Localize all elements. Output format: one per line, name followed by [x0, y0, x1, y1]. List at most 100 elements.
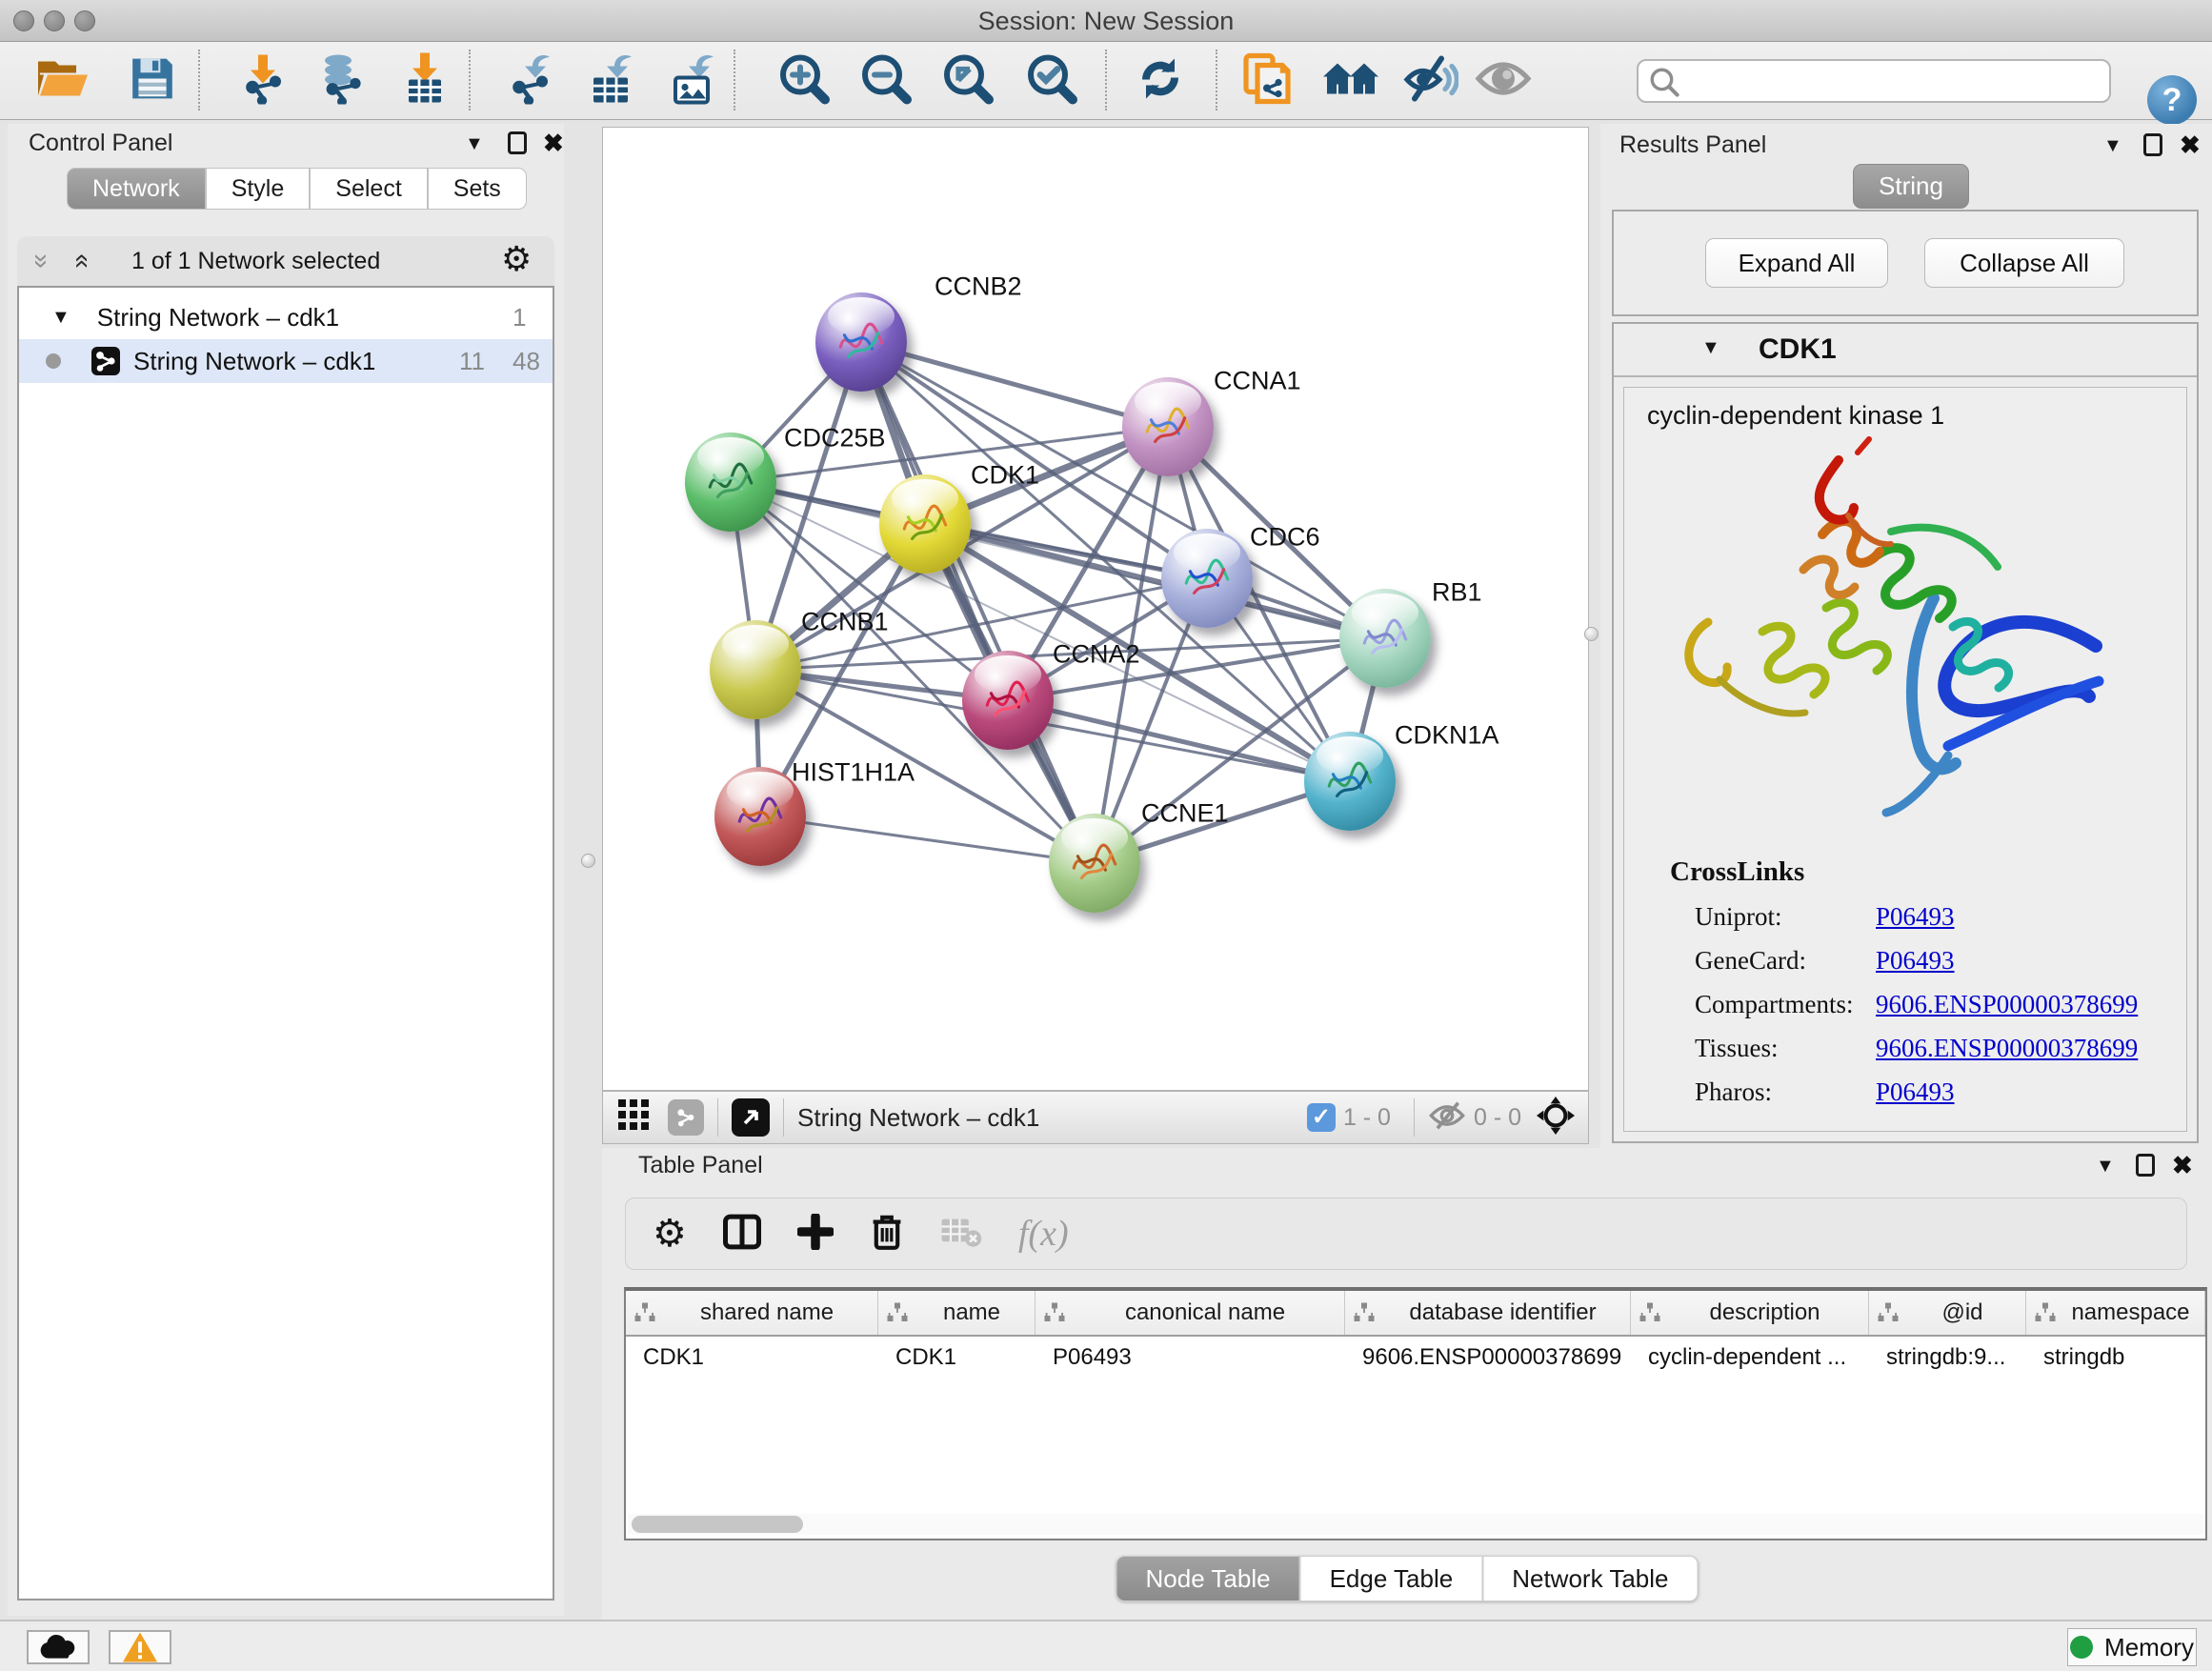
- tab-style[interactable]: Style: [206, 168, 311, 210]
- node-label: CCNE1: [1141, 799, 1229, 829]
- network-edge[interactable]: [1008, 700, 1350, 781]
- left-splitter-handle[interactable]: [581, 854, 595, 868]
- scrollbar-thumb[interactable]: [632, 1516, 803, 1533]
- network-node-cdkn1a[interactable]: [1304, 732, 1396, 831]
- collapse-panel-icon[interactable]: ▼: [465, 133, 484, 155]
- crosslink-link[interactable]: P06493: [1876, 946, 1955, 976]
- tree-row-collection[interactable]: ▼ String Network – cdk1 1: [19, 295, 553, 339]
- open-folder-icon[interactable]: [36, 55, 90, 106]
- table-cell[interactable]: CDK1: [626, 1337, 878, 1380]
- delete-column-icon[interactable]: [870, 1213, 904, 1256]
- table-cell[interactable]: cyclin-dependent ...: [1631, 1337, 1869, 1380]
- zoom-out-icon[interactable]: [859, 51, 913, 110]
- table-cell[interactable]: stringdb: [2026, 1337, 2205, 1380]
- close-panel-icon[interactable]: ✖: [543, 129, 564, 158]
- memory-button[interactable]: Memory: [2067, 1628, 2197, 1666]
- refresh-icon[interactable]: [1135, 52, 1186, 109]
- tab-sets[interactable]: Sets: [428, 168, 527, 210]
- close-panel-icon[interactable]: ✖: [2172, 1151, 2193, 1180]
- warning-button[interactable]: [109, 1630, 171, 1664]
- hide-eye-icon[interactable]: [1403, 54, 1458, 107]
- protein-ribbon-thumb: [833, 313, 890, 371]
- tab-network-table[interactable]: Network Table: [1482, 1556, 1698, 1601]
- network-node-cdc25b[interactable]: [685, 433, 776, 532]
- crosslink-link[interactable]: 9606.ENSP00000378699: [1876, 1034, 2138, 1063]
- column-header-name[interactable]: name: [878, 1291, 1036, 1335]
- help-icon[interactable]: ?: [2147, 75, 2197, 125]
- network-node-cdk1[interactable]: [879, 474, 971, 574]
- show-columns-icon[interactable]: [723, 1214, 761, 1255]
- entry-header[interactable]: ▼ CDK1: [1614, 324, 2197, 377]
- copy-share-icon[interactable]: [1240, 51, 1294, 110]
- grid-view-icon[interactable]: [618, 1099, 651, 1137]
- entry-disclosure-icon[interactable]: ▼: [1701, 337, 1720, 359]
- export-table-icon[interactable]: [586, 52, 637, 109]
- node-table[interactable]: shared name namecanonical namedatabase id…: [624, 1287, 2207, 1540]
- network-node-ccna1[interactable]: [1122, 377, 1214, 476]
- collapse-all-button[interactable]: Collapse All: [1924, 238, 2124, 288]
- import-database-icon[interactable]: [315, 52, 367, 109]
- import-network-icon[interactable]: [237, 52, 289, 109]
- column-header-label: shared name: [694, 1299, 839, 1326]
- export-network-icon[interactable]: [504, 52, 555, 109]
- gear-icon[interactable]: ⚙: [501, 242, 532, 276]
- add-column-icon[interactable]: [797, 1214, 834, 1255]
- cloud-button[interactable]: [27, 1630, 90, 1664]
- home-network-icon[interactable]: [1321, 57, 1380, 104]
- float-panel-icon[interactable]: [508, 131, 527, 154]
- network-edge[interactable]: [760, 816, 1095, 863]
- table-settings-gear-icon[interactable]: ⚙: [653, 1215, 687, 1253]
- table-horizontal-scrollbar[interactable]: [628, 1514, 2203, 1535]
- column-header-description[interactable]: description: [1631, 1291, 1869, 1335]
- search-field[interactable]: [1637, 59, 2111, 103]
- zoom-in-icon[interactable]: [777, 51, 831, 110]
- expand-all-button[interactable]: Expand All: [1705, 238, 1888, 288]
- crosslink-link[interactable]: 9606.ENSP00000378699: [1876, 990, 2138, 1019]
- save-icon[interactable]: [129, 54, 176, 107]
- crosslink-link[interactable]: P06493: [1876, 902, 1955, 932]
- column-header--id[interactable]: @id: [1869, 1291, 2026, 1335]
- float-panel-icon[interactable]: [2143, 133, 2162, 156]
- show-eye-icon[interactable]: [1475, 58, 1532, 103]
- column-header-shared-name[interactable]: shared name: [626, 1291, 878, 1335]
- tab-network[interactable]: Network: [67, 168, 206, 210]
- tab-select[interactable]: Select: [310, 168, 427, 210]
- network-list-icon[interactable]: [668, 1099, 704, 1136]
- column-header-canonical-name[interactable]: canonical name: [1036, 1291, 1345, 1335]
- network-node-ccna2[interactable]: [962, 651, 1054, 750]
- network-node-ccnb1[interactable]: [710, 620, 801, 719]
- network-canvas[interactable]: CCNB2CCNA1CDC25BCDK1CDC6RB1CCNB1CCNA2CDK…: [602, 127, 1589, 1091]
- disclosure-triangle-icon[interactable]: ▼: [51, 307, 70, 329]
- table-data-row[interactable]: CDK1CDK1P064939606.ENSP00000378699cyclin…: [626, 1337, 2205, 1380]
- right-splitter-handle[interactable]: [1584, 627, 1599, 641]
- close-panel-icon[interactable]: ✖: [2180, 131, 2201, 160]
- collapse-all-icon[interactable]: »: [27, 253, 57, 269]
- column-header-database-identifier[interactable]: database identifier: [1345, 1291, 1631, 1335]
- table-cell[interactable]: 9606.ENSP00000378699: [1345, 1337, 1631, 1380]
- export-image-icon[interactable]: [668, 52, 719, 109]
- crosslink-link[interactable]: P06493: [1876, 1077, 1955, 1107]
- expand-all-icon[interactable]: »: [65, 253, 95, 269]
- import-table-icon[interactable]: [399, 52, 451, 109]
- tab-string[interactable]: String: [1853, 164, 1969, 209]
- collapse-panel-icon[interactable]: ▼: [2103, 135, 2122, 157]
- birds-eye-view-icon[interactable]: [732, 1098, 770, 1137]
- tree-row-network[interactable]: String Network – cdk1 11 48: [19, 339, 553, 383]
- zoom-selected-icon[interactable]: [1025, 51, 1078, 110]
- tab-node-table[interactable]: Node Table: [1116, 1556, 1300, 1601]
- network-node-ccne1[interactable]: [1049, 814, 1140, 913]
- table-cell[interactable]: P06493: [1036, 1337, 1345, 1380]
- search-input[interactable]: [1684, 63, 2103, 99]
- zoom-fit-icon[interactable]: [941, 51, 995, 110]
- network-node-rb1[interactable]: [1339, 589, 1431, 688]
- table-cell[interactable]: CDK1: [878, 1337, 1036, 1380]
- float-panel-icon[interactable]: [2136, 1154, 2155, 1177]
- column-header-namespace[interactable]: namespace: [2026, 1291, 2205, 1335]
- selected-checkbox-icon[interactable]: ✓: [1307, 1103, 1336, 1132]
- collapse-panel-icon[interactable]: ▼: [2096, 1156, 2115, 1178]
- table-cell[interactable]: stringdb:9...: [1869, 1337, 2026, 1380]
- network-node-cdc6[interactable]: [1161, 529, 1253, 628]
- fit-content-icon[interactable]: [1537, 1097, 1575, 1139]
- network-node-ccnb2[interactable]: [815, 292, 907, 392]
- tab-edge-table[interactable]: Edge Table: [1300, 1556, 1483, 1601]
